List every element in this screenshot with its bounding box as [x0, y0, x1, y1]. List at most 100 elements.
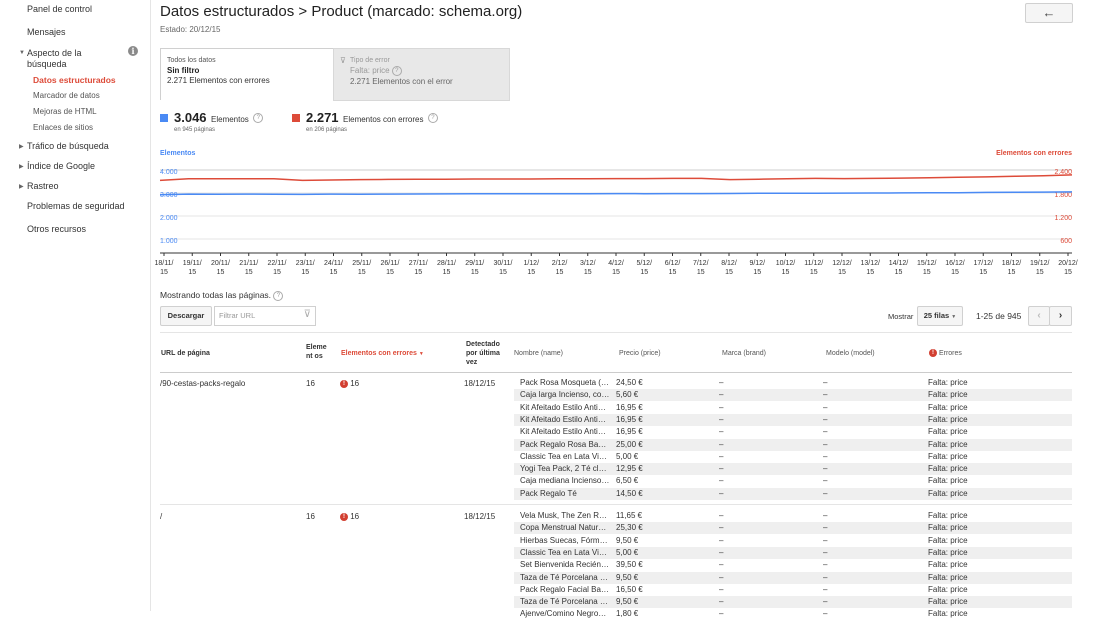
table-row[interactable]: Taza de Té Porcelana … 9,50 € – – Falta: pri…	[514, 596, 1072, 609]
table-row[interactable]: Pack Regalo Té 14,50 € – – Falta: price	[514, 487, 1072, 500]
help-icon[interactable]: ?	[273, 290, 284, 301]
cell-name: Pack Regalo Facial Ba…	[520, 584, 609, 594]
prev-page-button[interactable]: ‹	[1028, 306, 1050, 326]
table-row[interactable]: Yogi Tea Pack, 2 Té cl… 12,95 € – – Falta: p…	[514, 463, 1072, 476]
cell-name: Hierbas Suecas, Fórm…	[520, 535, 608, 545]
x-tick-label: 15	[499, 269, 507, 276]
x-tick-label: 21/11/	[239, 260, 258, 267]
url-filter-input[interactable]: Filtrar URL ⊽	[214, 306, 316, 326]
x-tick-label: 15	[471, 269, 479, 276]
cell-name: Taza de Té Porcelana …	[520, 597, 608, 607]
col-header-url[interactable]: URL de página	[161, 349, 210, 358]
table-row[interactable]: Classic Tea en Lata Vi… 5,00 € – – Falta: pr…	[514, 451, 1072, 463]
sidebar-item-crawl[interactable]: Rastreo	[27, 181, 59, 191]
errors-legend-swatch	[292, 114, 300, 122]
table-row[interactable]: Pack Regalo Rosa Ba… 25,00 € – – Falta: pric…	[514, 438, 1072, 451]
help-icon[interactable]: ?	[391, 66, 402, 76]
help-icon[interactable]: ?	[427, 112, 438, 123]
cell-model: –	[823, 597, 828, 607]
cell-price: 16,95 €	[616, 427, 643, 437]
rows-per-page-select[interactable]: 25 filas ▼	[917, 306, 963, 326]
x-tick-label: 15	[640, 269, 648, 276]
back-button[interactable]: ←	[1025, 3, 1073, 23]
cell-model: –	[823, 427, 828, 437]
sidebar-item-structured-data[interactable]: Datos estructurados	[33, 75, 116, 85]
table-row[interactable]: Caja mediana Incienso… 6,50 € – – Falta: pri…	[514, 475, 1072, 487]
sidebar-item-other-resources[interactable]: Otros recursos	[27, 224, 86, 234]
cell-name: Classic Tea en Lata Vi…	[520, 451, 607, 461]
col-header-errors[interactable]: Elementos con errores ▼	[341, 349, 424, 359]
next-page-button[interactable]: ›	[1049, 306, 1072, 326]
table-row[interactable]: Taza de Té Porcelana … 9,50 € – – Falta: pri…	[514, 571, 1072, 584]
sidebar-item-data-highlighter[interactable]: Marcador de datos	[33, 91, 100, 100]
sidebar-item-security-issues[interactable]: Problemas de seguridad	[27, 201, 125, 211]
cell-error: Falta: price	[928, 476, 968, 486]
errors-count-value: 16	[348, 379, 360, 388]
sidebar-item-html-improvements[interactable]: Mejoras de HTML	[33, 107, 97, 116]
col-header-price[interactable]: Precio (price)	[619, 349, 661, 358]
table-row[interactable]: Set Bienvenida Recién… 39,50 € – – Falta: pr…	[514, 559, 1072, 571]
table-row[interactable]: Classic Tea en Lata Vi… 5,00 € – – Falta: pr…	[514, 546, 1072, 559]
expanded-triangle-icon[interactable]: ▼	[19, 50, 25, 56]
items-pages: en 945 páginas	[174, 127, 216, 133]
sidebar-item-search-appearance-line1: Aspecto de la	[27, 48, 82, 58]
sidebar-item-sitelinks[interactable]: Enlaces de sitios	[33, 123, 93, 132]
cell-price: 12,95 €	[616, 464, 643, 474]
col-header-detected[interactable]: Detectado por última vez	[466, 340, 510, 367]
cell-price: 24,50 €	[616, 378, 643, 387]
table-row[interactable]: Kit Afeitado Estilo Anti… 16,95 € – – Falta:…	[514, 413, 1072, 426]
cell-brand: –	[719, 488, 724, 498]
x-tick-label: 30/11/	[494, 260, 513, 267]
help-icon[interactable]: ?	[253, 112, 264, 123]
chevron-left-icon: ‹	[1037, 310, 1041, 321]
table-row[interactable]: Caja larga Incienso, co… 5,60 € – – Falta: p…	[514, 389, 1072, 402]
sidebar-item-search-appearance[interactable]: Aspecto de la búsqueda	[27, 48, 82, 70]
tab-all-data-detail: 2.271 Elementos con errores	[167, 76, 270, 85]
cell-brand: –	[719, 414, 724, 424]
col-header-error-list[interactable]: ! Errores	[929, 349, 962, 358]
sidebar-item-search-traffic[interactable]: Tráfico de búsqueda	[27, 141, 109, 151]
collapsed-triangle-icon[interactable]: ▶	[19, 163, 24, 170]
col-header-elements[interactable]: Element os	[306, 343, 328, 361]
x-tick-label: 15	[1036, 269, 1044, 276]
cell-error: Falta: price	[928, 451, 968, 461]
col-header-brand[interactable]: Marca (brand)	[722, 349, 766, 358]
page-url-link[interactable]: /90-cestas-packs-regalo	[160, 379, 245, 388]
tab-error-type[interactable]: ⊽ Tipo de error Falta: price ? 2.271 Ele…	[333, 48, 510, 101]
table-row[interactable]: Pack Regalo Facial Ba… 16,50 € – – Falta: pr…	[514, 584, 1072, 596]
col-header-model[interactable]: Modelo (model)	[826, 349, 875, 358]
table-row[interactable]: Pack Rosa Mosqueta (… 24,50 € – – Falta: pri…	[514, 377, 1072, 389]
url-filter-placeholder: Filtrar URL	[219, 311, 256, 320]
x-tick-label: 15	[810, 269, 818, 276]
table-row[interactable]: Kit Afeitado Estilo Anti… 16,95 € – – Falta:…	[514, 426, 1072, 438]
info-icon[interactable]: i	[128, 46, 138, 56]
left-axis-tick: 4.000	[160, 169, 178, 176]
page-url-link[interactable]: /	[160, 512, 162, 521]
sidebar-item-dashboard[interactable]: Panel de control	[27, 4, 92, 14]
collapsed-triangle-icon[interactable]: ▶	[19, 143, 24, 150]
tab-all-data-filter: Sin filtro	[167, 66, 200, 75]
series-line-errors	[159, 174, 1073, 182]
x-tick-label: 20/12/	[1058, 260, 1078, 267]
table-row[interactable]: Ajenve/Comino Negro… 1,80 € – – Falta: price	[514, 608, 1072, 620]
right-axis-tick: 1.200	[1054, 215, 1072, 222]
x-tick-label: 3/12/	[580, 260, 596, 267]
tab-all-data[interactable]: Todos los datos Sin filtro 2.271 Element…	[160, 48, 334, 100]
cell-price: 16,95 €	[616, 414, 643, 424]
cell-brand: –	[719, 560, 724, 570]
sidebar-item-messages[interactable]: Mensajes	[27, 27, 66, 37]
x-tick-label: 2/12/	[552, 260, 568, 267]
collapsed-triangle-icon[interactable]: ▶	[19, 183, 24, 190]
table-row[interactable]: Copa Menstrual Natur… 25,30 € – – Falta: pri…	[514, 522, 1072, 535]
table-row[interactable]: Kit Afeitado Estilo Anti… 16,95 € – – Falta:…	[514, 402, 1072, 414]
x-tick-label: 15	[697, 269, 705, 276]
cell-brand: –	[719, 427, 724, 437]
col-header-name[interactable]: Nombre (name)	[514, 349, 563, 358]
sidebar-item-google-index[interactable]: Índice de Google	[27, 161, 95, 171]
tab-error-type-detail: 2.271 Elementos con el error	[350, 77, 453, 86]
table-row[interactable]: Hierbas Suecas, Fórm… 9,50 € – – Falta: pric…	[514, 535, 1072, 547]
table-row[interactable]: Vela Musk, The Zen R… 11,65 € – – Falta: pri…	[514, 510, 1072, 522]
errors-count-value: 16	[348, 512, 360, 521]
x-tick-label: 25/11/	[352, 260, 371, 267]
download-button[interactable]: Descargar	[160, 306, 212, 326]
